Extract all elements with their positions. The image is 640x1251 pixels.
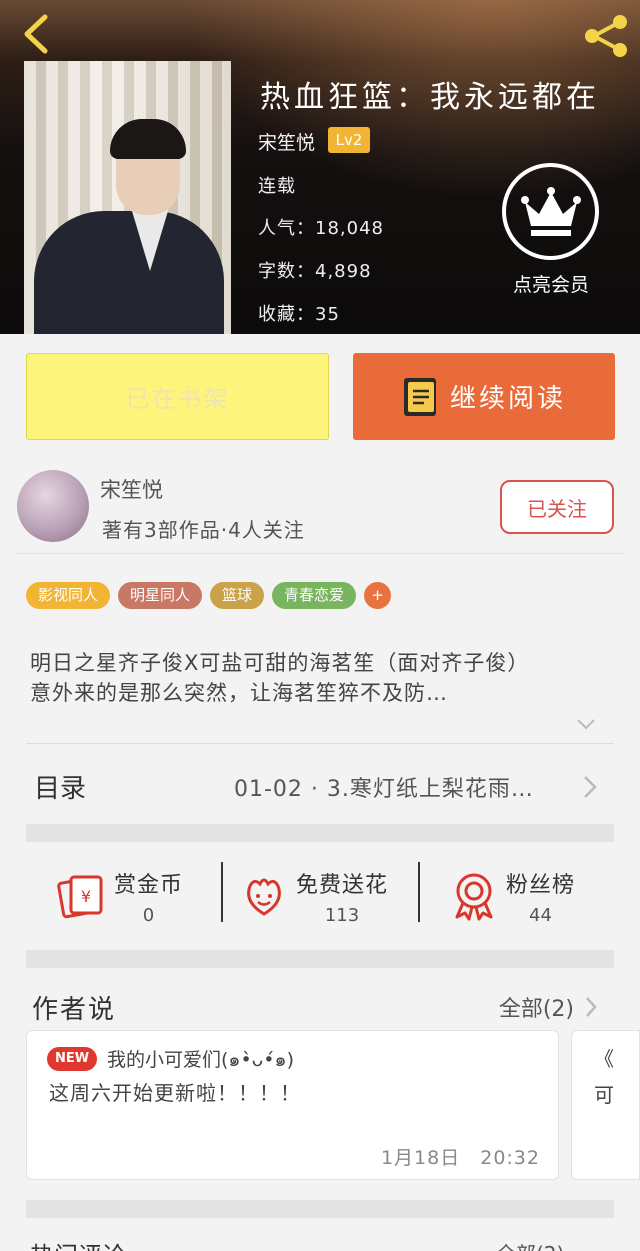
stats-row: ¥ 赏金币 0 免费送花 113 粉丝榜 44 — [26, 842, 614, 950]
note-body: 可 — [594, 1083, 614, 1107]
reward-coins-label: 赏金币 — [114, 872, 184, 898]
note-title: 《 — [594, 1047, 614, 1071]
section-separator — [26, 1200, 614, 1218]
svg-text:¥: ¥ — [81, 887, 91, 906]
book-header: 热血狂篮：我永远都在 宋笙悦 Lv2 连载 人气：18,048 字数：4,898… — [0, 0, 640, 334]
divider — [221, 862, 223, 922]
book-description[interactable]: 明日之星齐子俊X可盐可甜的海茗笙（面对齐子俊） 意外来的是那么突然，让海茗笙猝不… — [30, 648, 610, 708]
section-separator — [26, 950, 614, 968]
reward-coins-value: 0 — [142, 904, 155, 926]
tag-item[interactable]: 青春恋爱 — [272, 582, 357, 609]
new-badge: NEW — [47, 1047, 97, 1071]
follow-label: 已关注 — [527, 496, 587, 521]
book-icon — [403, 377, 436, 416]
medal-icon — [448, 870, 500, 922]
author-says-all-link[interactable]: 全部(2) — [499, 991, 574, 1023]
tag-item[interactable]: 影视同人 — [26, 582, 111, 609]
author-name[interactable]: 宋笙悦 — [100, 474, 163, 504]
in-bookshelf-label: 已在书架 — [125, 385, 230, 413]
hot-comments-title: 热门评论 — [30, 1236, 126, 1251]
book-title: 热血狂篮：我永远都在 — [260, 80, 600, 115]
table-of-contents-row[interactable]: 目录 01-02 · 3.寒灯纸上梨花雨… — [26, 744, 614, 824]
section-separator — [26, 824, 614, 842]
expand-chevron-icon[interactable] — [574, 712, 598, 736]
hot-comments-all-link[interactable]: 全部(2) — [496, 1238, 564, 1251]
book-favorites: 收藏：35 — [258, 304, 340, 325]
reward-coins-stat[interactable]: ¥ 赏金币 0 — [56, 842, 183, 950]
in-bookshelf-button[interactable]: 已在书架 — [26, 353, 329, 440]
tag-item[interactable]: 明星同人 — [118, 582, 203, 609]
book-word-count: 字数：4,898 — [258, 261, 372, 282]
book-status: 连载 — [258, 176, 296, 197]
book-author[interactable]: 宋笙悦 — [258, 128, 315, 155]
vip-button[interactable] — [502, 163, 599, 260]
toc-latest-chapter: 01-02 · 3.寒灯纸上梨花雨… — [234, 777, 534, 802]
red-envelope-icon: ¥ — [56, 870, 108, 922]
fan-ranking-value: 44 — [529, 904, 552, 926]
author-info-row[interactable]: 宋笙悦 著有3部作品·4人关注 已关注 — [0, 462, 640, 554]
description-line: 明日之星齐子俊X可盐可甜的海茗笙（面对齐子俊） — [30, 651, 530, 675]
toc-label: 目录 — [34, 774, 87, 804]
author-note-card[interactable]: NEW 我的小可爱们(๑•̀ᴗ•́๑) 这周六开始更新啦！！！！ 1月18日 2… — [26, 1030, 559, 1180]
book-cover-image[interactable] — [24, 61, 231, 334]
fan-ranking-stat[interactable]: 粉丝榜 44 — [448, 842, 575, 950]
author-stats: 著有3部作品·4人关注 — [102, 518, 305, 542]
share-icon — [585, 15, 627, 57]
fan-ranking-label: 粉丝榜 — [506, 872, 576, 898]
author-level-badge: Lv2 — [328, 127, 370, 153]
book-popularity: 人气：18,048 — [258, 218, 384, 239]
more-tags-button[interactable]: + — [364, 582, 392, 609]
author-says-header: 作者说 全部(2) — [26, 985, 614, 1029]
continue-reading-button[interactable]: 继续阅读 — [353, 353, 615, 440]
follow-button[interactable]: 已关注 — [500, 480, 614, 534]
flower-icon — [238, 870, 290, 922]
chevron-right-icon[interactable] — [584, 995, 598, 1019]
author-says-title: 作者说 — [32, 995, 117, 1025]
chevron-right-icon — [584, 776, 597, 798]
crown-icon — [520, 186, 581, 236]
continue-reading-label: 继续阅读 — [449, 384, 566, 414]
tag-item[interactable]: 篮球 — [210, 582, 265, 609]
free-flower-stat[interactable]: 免费送花 113 — [238, 842, 388, 950]
tag-list: 影视同人 明星同人 篮球 青春恋爱 + — [26, 582, 392, 609]
back-button[interactable] — [14, 10, 58, 58]
divider — [17, 553, 623, 554]
free-flower-label: 免费送花 — [296, 872, 389, 898]
description-line: 意外来的是那么突然，让海茗笙猝不及防… — [30, 681, 448, 705]
vip-label[interactable]: 点亮会员 — [503, 270, 599, 297]
note-timestamp: 1月18日 20:32 — [380, 1147, 540, 1169]
author-avatar[interactable] — [17, 470, 89, 542]
share-button[interactable] — [578, 12, 634, 60]
back-arrow-icon — [24, 14, 48, 54]
note-body: 这周六开始更新啦！！！！ — [49, 1081, 301, 1105]
author-note-card[interactable]: 《 可 — [571, 1030, 640, 1180]
note-title: 我的小可爱们(๑•̀ᴗ•́๑) — [107, 1049, 294, 1071]
free-flower-value: 113 — [324, 904, 360, 926]
divider — [418, 862, 420, 922]
